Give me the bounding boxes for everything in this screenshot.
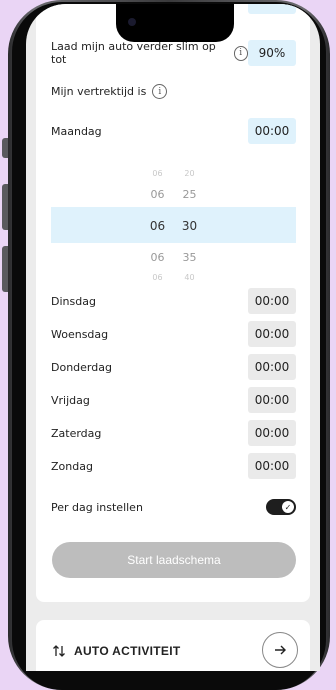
picker-hour: 06 [150,251,165,264]
day-label: Zaterdag [51,426,102,440]
day-row-vrijdag[interactable]: Vrijdag 00:00 [51,387,296,413]
volume-up-button [2,184,8,230]
arrow-right-icon [275,645,286,655]
day-label: Donderdag [51,360,112,374]
day-label: Maandag [51,124,102,138]
activity-header: AUTO ACTIVITEIT [52,644,181,658]
check-icon: ✓ [282,501,294,513]
picker-hour: 06 [149,219,166,233]
per-day-label: Per dag instellen [51,500,143,514]
day-time-chip[interactable]: 00:00 [248,288,296,314]
notch [116,4,234,42]
picker-hour: 06 [152,169,163,178]
picker-minute: 20 [184,169,195,178]
day-label: Zondag [51,459,93,473]
mute-switch [2,138,8,158]
day-label: Vrijdag [51,393,90,407]
day-time-chip[interactable]: 00:00 [248,354,296,380]
charge-limit-label: Laad mijn auto verder slim op tot [51,40,216,66]
picker-row[interactable]: 06 20 [51,169,296,178]
day-row-donderdag[interactable]: Donderdag 00:00 [51,354,296,380]
activity-title: AUTO ACTIVITEIT [74,644,181,658]
day-row-zondag[interactable]: Zondag 00:00 [51,453,296,479]
volume-down-button [2,246,8,292]
picker-minute: 25 [182,188,197,201]
day-label: Woensdag [51,327,109,341]
charge-limit-row: Laad mijn auto verder slim op tot i 90% [51,40,296,66]
sort-arrows-icon [53,645,65,657]
picker-hour: 06 [150,188,165,201]
picker-hour: 06 [152,273,163,282]
day-row-zaterdag[interactable]: Zaterdag 00:00 [51,420,296,446]
day-time-chip[interactable]: 00:00 [248,420,296,446]
activity-card[interactable]: AUTO ACTIVITEIT [36,620,310,671]
day-time-chip[interactable]: 00:00 [248,118,296,144]
start-schedule-button[interactable]: Start laadschema [52,542,296,578]
arrow-right-button[interactable] [262,632,298,668]
time-picker[interactable]: 06 20 06 25 06 30 06 35 06 40 [51,167,296,285]
picker-minute: 35 [182,251,197,264]
picker-row[interactable]: 06 40 [51,273,296,282]
day-row-maandag[interactable]: Maandag 00:00 [51,118,296,144]
day-time-chip[interactable]: 00:00 [248,453,296,479]
info-icon[interactable]: i [233,45,248,61]
day-time-chip[interactable]: 00:00 [248,387,296,413]
per-day-toggle[interactable]: ✓ [266,499,296,515]
camera-icon [128,18,136,26]
per-day-row: Per dag instellen ✓ [51,499,296,515]
info-icon[interactable]: i [152,84,168,99]
partial-value-chip[interactable] [248,4,296,14]
app-screen: Laad mijn auto verder slim op tot i 90% … [26,4,320,671]
picker-row-selected[interactable]: 06 30 [51,219,296,233]
day-label: Dinsdag [51,294,96,308]
departure-label: Mijn vertrektijd is [51,85,147,98]
picker-minute: 40 [184,273,195,282]
charge-limit-value[interactable]: 90% [248,40,296,66]
charge-schedule-card: Laad mijn auto verder slim op tot i 90% … [36,4,310,602]
day-time-chip[interactable]: 00:00 [248,321,296,347]
departure-row: Mijn vertrektijd is i [51,84,296,99]
picker-minute: 30 [181,219,198,233]
picker-row[interactable]: 06 35 [51,251,296,264]
day-row-dinsdag[interactable]: Dinsdag 00:00 [51,288,296,314]
picker-row[interactable]: 06 25 [51,188,296,201]
day-row-woensdag[interactable]: Woensdag 00:00 [51,321,296,347]
